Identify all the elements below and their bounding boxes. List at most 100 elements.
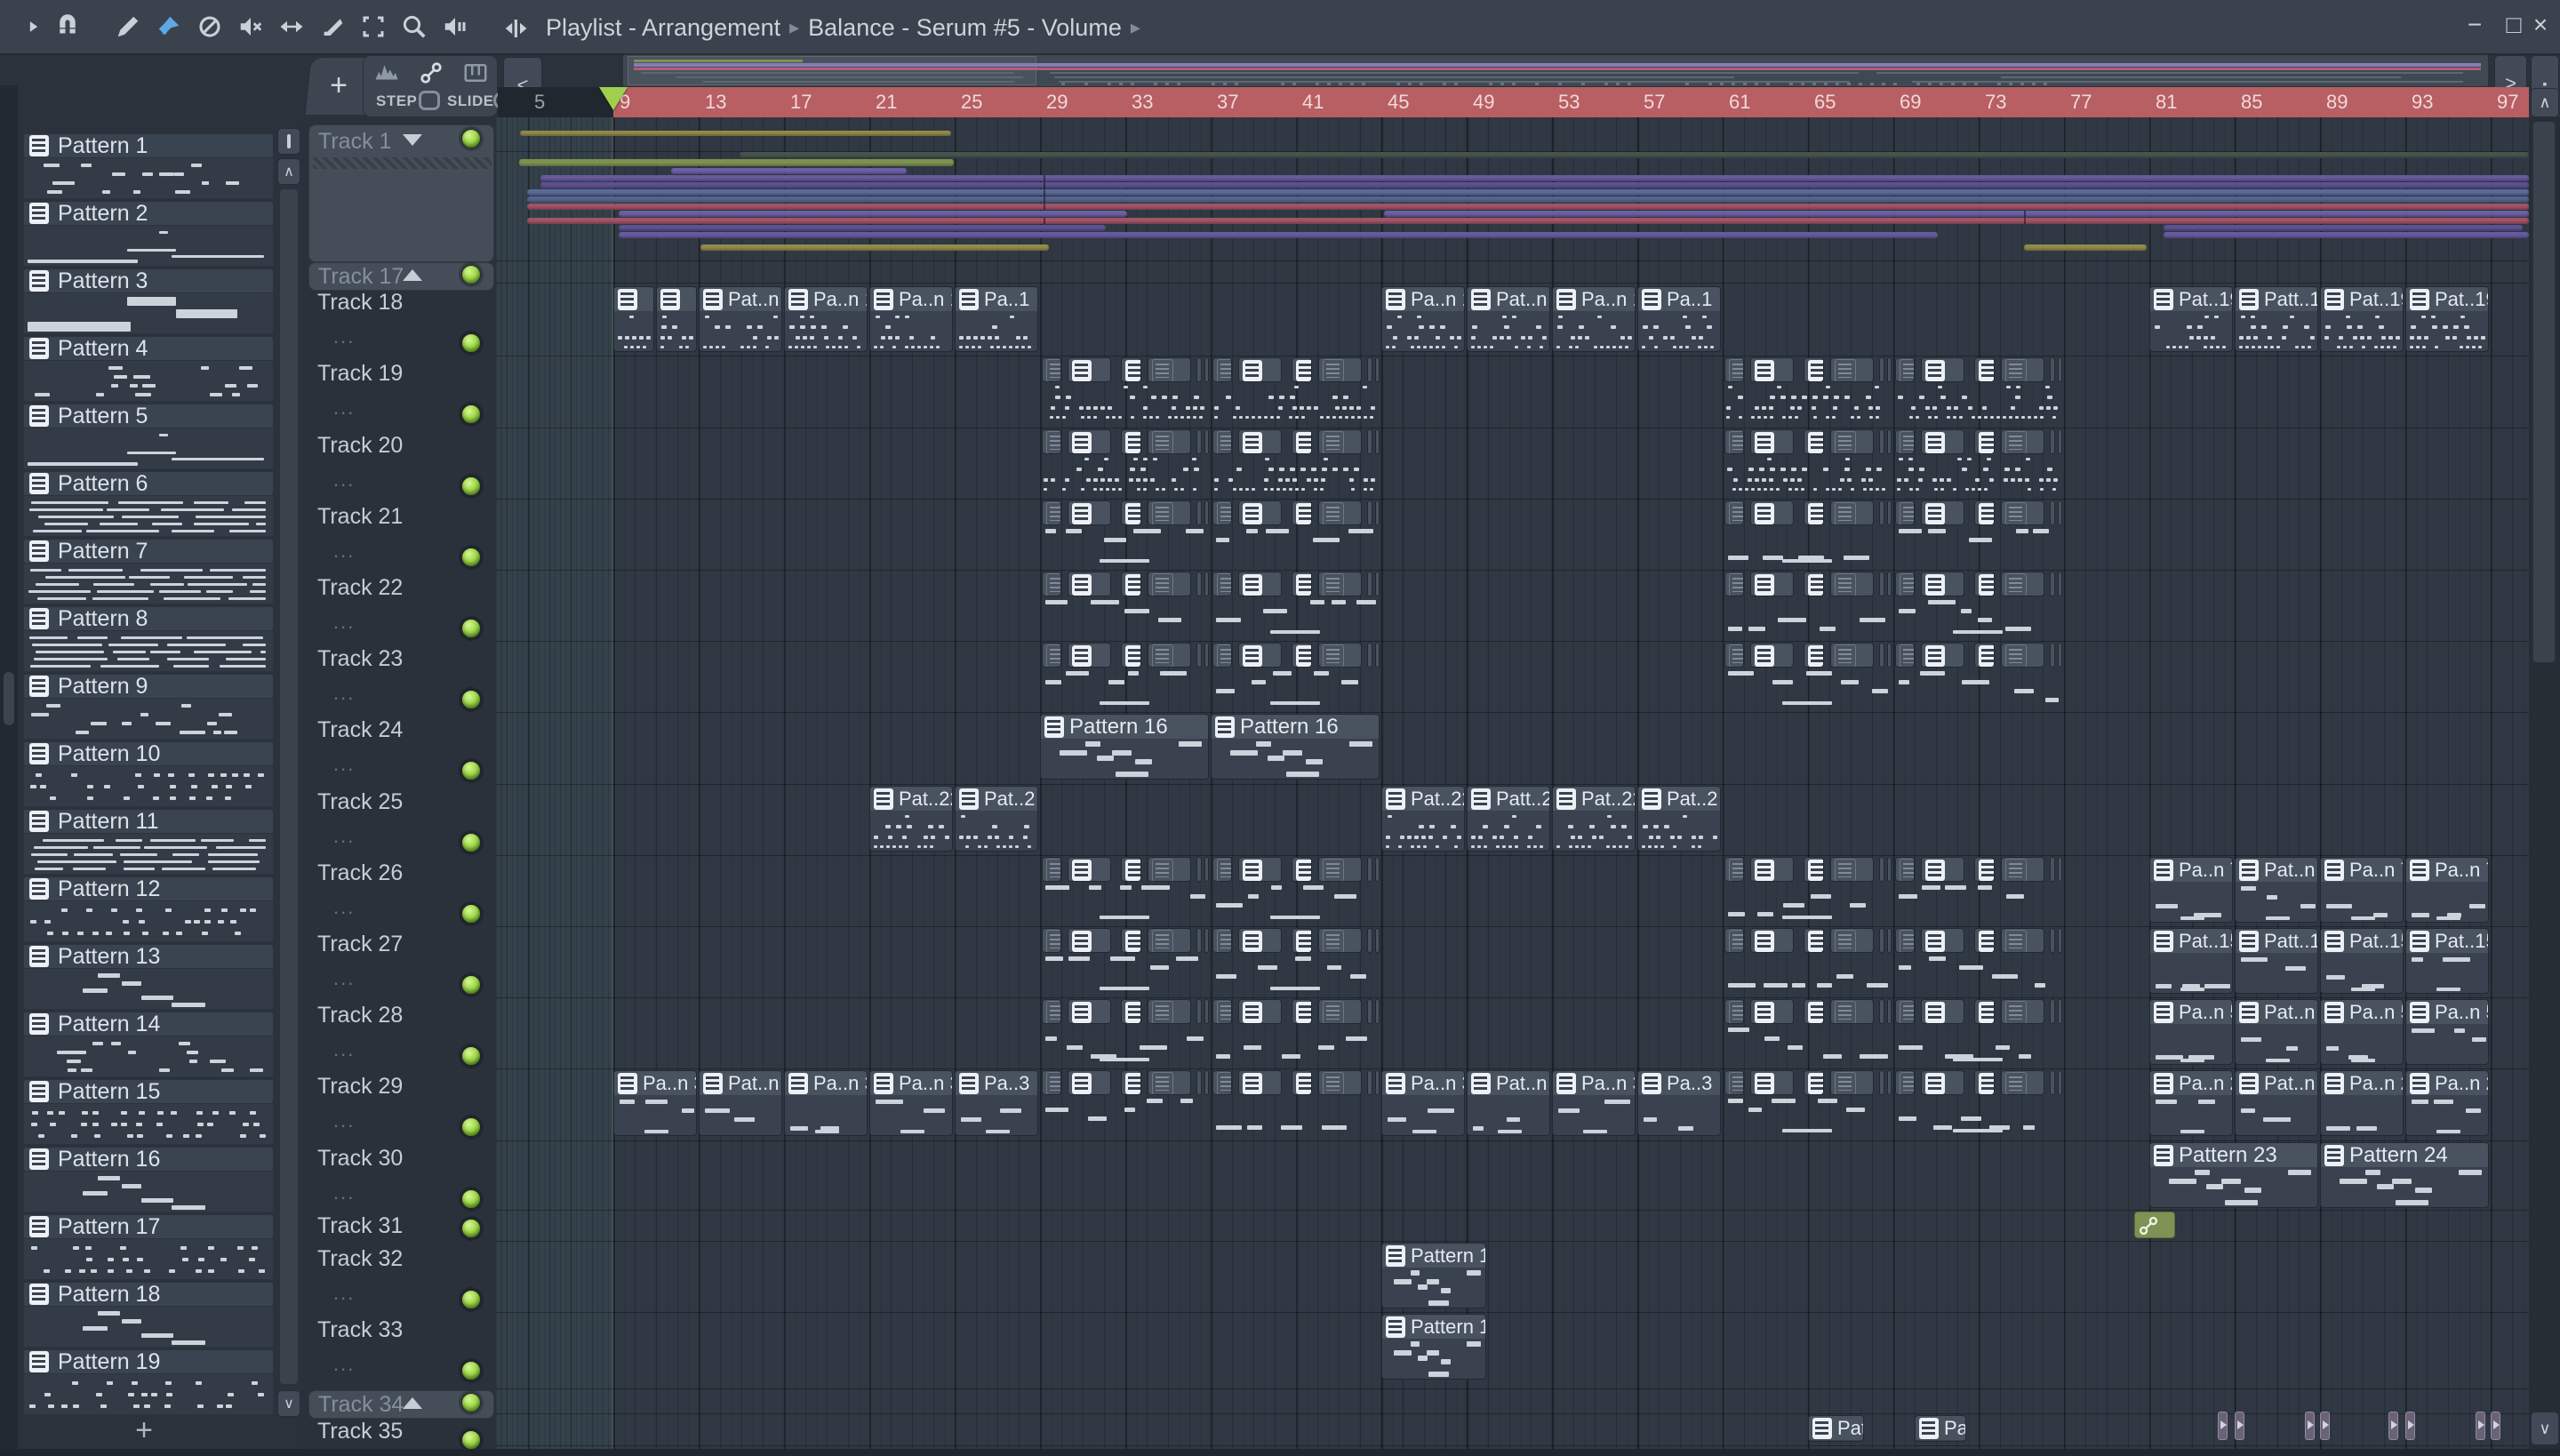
pattern-clip[interactable] [1367, 429, 1372, 454]
pattern-clip[interactable] [1974, 999, 1996, 1024]
overview-clip-bar[interactable] [2024, 244, 2147, 251]
pattern-clip[interactable] [1750, 1070, 1794, 1095]
track-led[interactable] [461, 904, 481, 924]
pattern-clip[interactable] [1068, 1070, 1111, 1095]
pattern-clip[interactable] [1068, 857, 1111, 882]
pattern-clip[interactable] [1042, 572, 1062, 596]
pattern-clip[interactable]: Pa..1 [1637, 286, 1721, 352]
pattern-clip[interactable] [1196, 928, 1202, 953]
pattern-clip[interactable] [1196, 500, 1202, 525]
pattern-clip[interactable] [1212, 1070, 1233, 1095]
pattern-clip[interactable] [1804, 500, 1825, 525]
pattern-clip[interactable]: Patt..19 [2235, 286, 2318, 352]
pattern-clip[interactable] [1212, 857, 1233, 882]
pattern-clip[interactable] [1238, 429, 1282, 454]
track-collapse-arrow-icon[interactable] [403, 134, 422, 146]
overview-clip-bar[interactable] [527, 196, 2529, 203]
pattern-clip[interactable] [1148, 500, 1191, 525]
pattern-clip[interactable] [1292, 572, 1313, 596]
pattern-list-item[interactable]: Pattern 18 [23, 1282, 276, 1348]
pattern-clip[interactable]: Patt..21 [1808, 1415, 1864, 1442]
mini-pattern-clip[interactable] [2476, 1412, 2486, 1440]
timeline-ruler[interactable]: 5 9 13 17 21 25 29 33 37 41 45 49 53 57 61 65 69 73 77 81 85… [498, 87, 2529, 117]
pattern-clip[interactable] [1042, 857, 1062, 882]
pattern-clip[interactable] [1921, 643, 1964, 668]
pattern-clip[interactable] [1804, 999, 1825, 1024]
pattern-clip[interactable] [1887, 429, 1892, 454]
track-collapse-arrow-icon[interactable] [403, 1397, 422, 1409]
pattern-list-item[interactable]: Pattern 1 [23, 133, 276, 200]
pattern-clip[interactable] [1238, 643, 1282, 668]
pattern-list-item[interactable]: Pattern 4 [23, 336, 276, 403]
pattern-clip[interactable] [1196, 1070, 1202, 1095]
track-led[interactable] [461, 1393, 481, 1412]
track-led[interactable] [461, 1117, 481, 1137]
pattern-clip[interactable] [1724, 1070, 1745, 1095]
pattern-clip[interactable] [1375, 429, 1380, 454]
pattern-clip[interactable] [1974, 572, 1996, 596]
overview-clip-bar[interactable] [2164, 232, 2529, 238]
pattern-clip[interactable] [1974, 429, 1996, 454]
pattern-clip[interactable] [1750, 500, 1794, 525]
pattern-clip[interactable] [1196, 643, 1202, 668]
pattern-clip[interactable] [2050, 572, 2055, 596]
pattern-clip[interactable]: Pa..n 5 [2149, 999, 2233, 1065]
pattern-clip[interactable] [1375, 357, 1380, 382]
pattern-clip[interactable] [1724, 643, 1745, 668]
pattern-clip[interactable] [1750, 643, 1794, 668]
track-led[interactable] [461, 1219, 481, 1238]
pattern-clip[interactable] [1879, 572, 1884, 596]
overview-clip-bar[interactable] [527, 204, 2529, 210]
pattern-clip[interactable] [2001, 857, 2044, 882]
pattern-clip[interactable]: Pattern 23 [2149, 1142, 2318, 1208]
pattern-clip[interactable]: Pattern 18 [1381, 1243, 1486, 1308]
pattern-clip[interactable] [1196, 857, 1202, 882]
pattern-clip[interactable] [1895, 857, 1916, 882]
pattern-clip[interactable] [1830, 643, 1874, 668]
pattern-clip[interactable] [613, 286, 654, 352]
pattern-list-item[interactable]: Pattern 12 [23, 876, 276, 943]
pattern-clip[interactable] [1974, 357, 1996, 382]
pattern-clip[interactable]: Pattern 13 [1381, 1314, 1486, 1380]
pattern-clip[interactable] [1204, 572, 1209, 596]
pattern-clip[interactable] [1804, 1070, 1825, 1095]
pattern-clip[interactable] [1921, 572, 1964, 596]
pattern-clip[interactable] [1830, 572, 1874, 596]
pattern-scroll-grip-button[interactable] [277, 128, 300, 155]
delete-tool-button[interactable] [192, 9, 228, 44]
pattern-clip[interactable] [1318, 999, 1362, 1024]
pattern-clip[interactable] [1804, 429, 1825, 454]
track-collapse-arrow-icon[interactable] [403, 269, 422, 281]
pattern-clip[interactable]: Pattern 16 [1211, 714, 1380, 780]
overview-clip-bar[interactable] [1384, 211, 2529, 217]
paint-brush-tool-button[interactable] [151, 9, 187, 44]
pattern-clip[interactable]: Pat..n 3 [699, 1070, 782, 1136]
pattern-clip[interactable] [1292, 357, 1313, 382]
pattern-clip[interactable] [2058, 572, 2062, 596]
track-led[interactable] [461, 690, 481, 709]
pattern-clip[interactable]: Pat..22 [1381, 786, 1465, 852]
pattern-list-item[interactable]: Pattern 16 [23, 1147, 276, 1213]
pattern-clip[interactable]: Pa..n 3 [613, 1070, 697, 1136]
automation-mini-clip[interactable] [2134, 1212, 2175, 1238]
pattern-clip[interactable] [1921, 857, 1964, 882]
pattern-clip[interactable] [1148, 857, 1191, 882]
pattern-clip[interactable] [2058, 1070, 2062, 1095]
pattern-clip[interactable] [1887, 572, 1892, 596]
overview-clip-bar[interactable] [740, 152, 2529, 158]
pattern-clip[interactable] [1204, 643, 1209, 668]
pattern-clip[interactable] [1367, 857, 1372, 882]
pattern-clip[interactable] [2001, 357, 2044, 382]
pattern-clip[interactable] [1804, 643, 1825, 668]
pattern-clip[interactable] [1830, 429, 1874, 454]
pattern-list-item[interactable]: Pattern 9 [23, 674, 276, 740]
playlist-grid[interactable]: Pat..n 1Pa..n 1Pa..n 1Pa..1Pa..n 1Pat..n… [496, 117, 2529, 1456]
pattern-clip[interactable] [2058, 500, 2062, 525]
pattern-clip[interactable] [2001, 999, 2044, 1024]
overview-clip-bar[interactable] [2164, 225, 2523, 231]
pattern-clip[interactable] [1121, 500, 1142, 525]
pattern-list-item[interactable]: Pattern 10 [23, 741, 276, 808]
pattern-clip[interactable] [1212, 643, 1233, 668]
pattern-clip[interactable] [1121, 429, 1142, 454]
pattern-clip[interactable] [1879, 357, 1884, 382]
